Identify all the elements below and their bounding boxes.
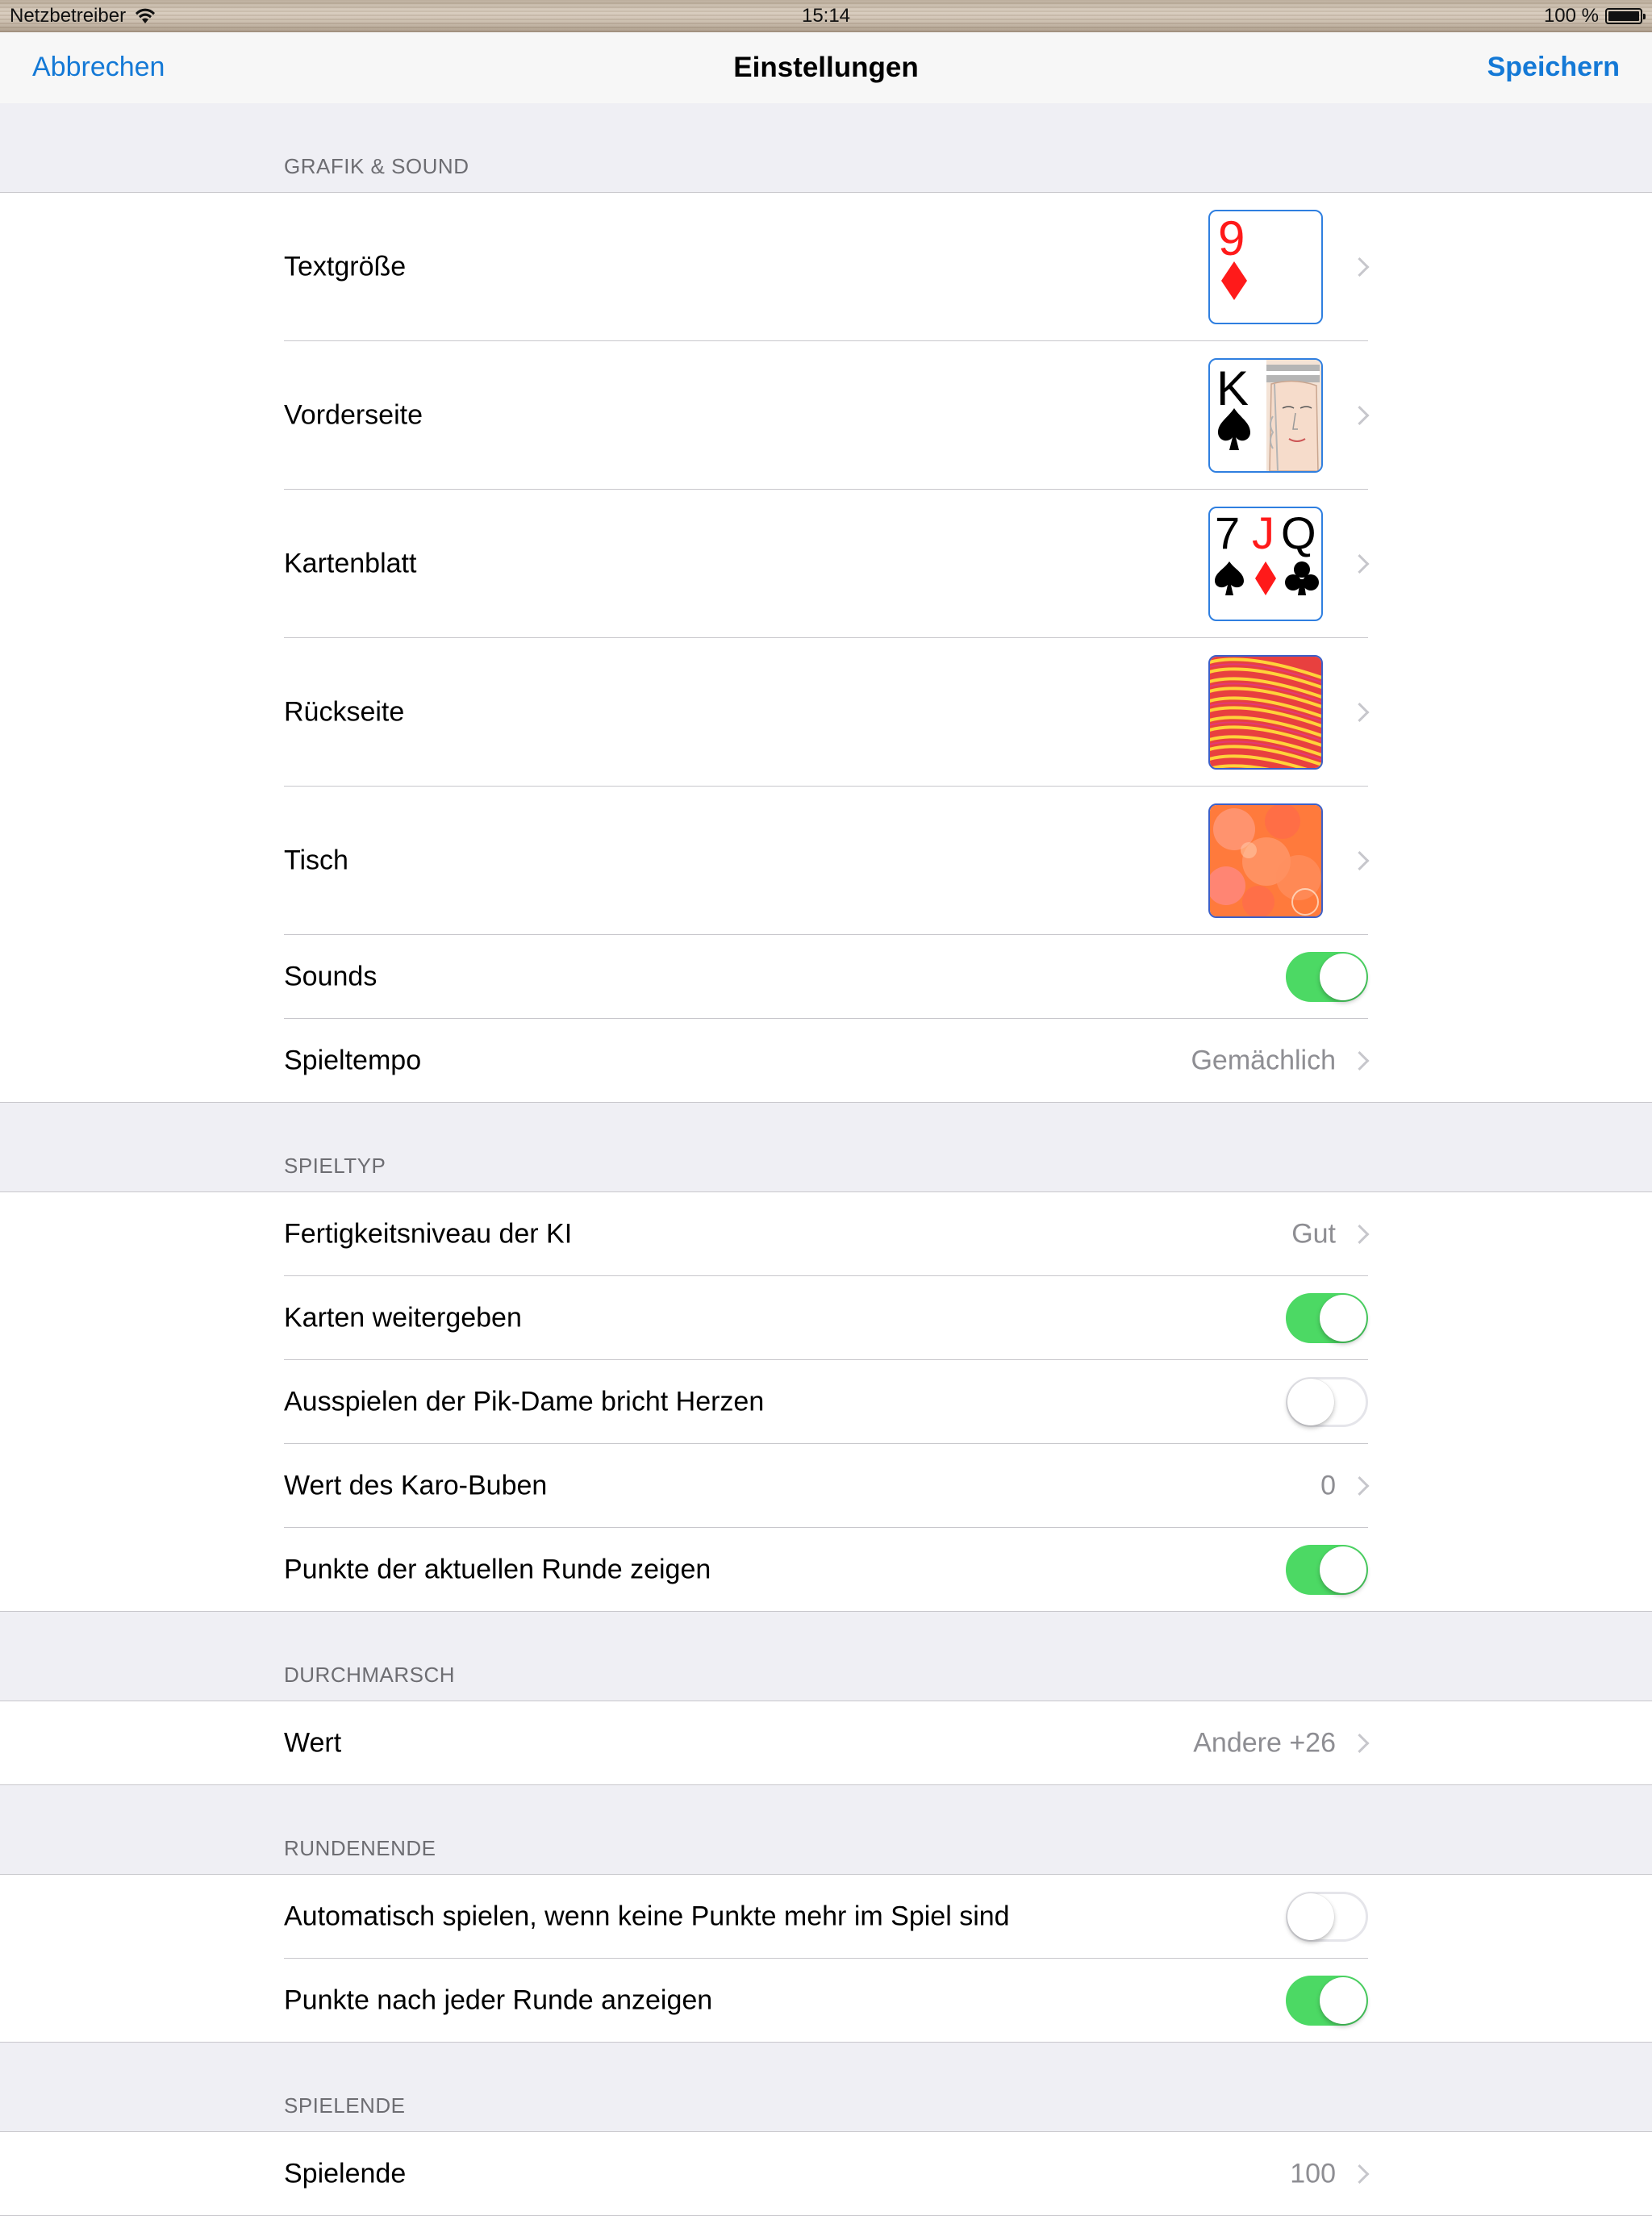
card-rank-q: Q	[1281, 508, 1316, 558]
status-right: 100 %	[1543, 5, 1646, 27]
section-grafik: Textgröße 9 Vorderseite K Kartenblatt 7 …	[0, 192, 1652, 1103]
section-header-spieltyp: SPIELTYP	[284, 1154, 386, 1178]
section-header-spielende: SPIELENDE	[284, 2093, 406, 2118]
row-value: Gemächlich	[1191, 1045, 1336, 1075]
page-title: Einstellungen	[733, 52, 919, 83]
card-back-preview	[1208, 654, 1323, 770]
row-label: Punkte nach jeder Runde anzeigen	[284, 1984, 713, 2015]
row-textgroesse[interactable]: Textgröße 9	[284, 193, 1370, 340]
chevron-right-icon	[1350, 1050, 1370, 1070]
battery-percent: 100 %	[1543, 5, 1599, 27]
chevron-right-icon	[1350, 2164, 1370, 2184]
row-label: Spielende	[284, 2158, 407, 2189]
row-value: Gut	[1291, 1218, 1336, 1249]
row-label: Wert	[284, 1727, 342, 1758]
row-value: 0	[1320, 1470, 1336, 1500]
row-rueckseite[interactable]: Rückseite	[284, 637, 1370, 786]
row-tisch[interactable]: Tisch	[284, 786, 1370, 934]
chevron-right-icon	[1350, 1475, 1370, 1496]
karten-weitergeben-toggle[interactable]	[1286, 1292, 1368, 1343]
row-label: Punkte der aktuellen Runde zeigen	[284, 1554, 711, 1584]
section-durchmarsch: Wert Andere +26	[0, 1701, 1652, 1785]
diamond-icon	[1255, 561, 1276, 595]
row-label: Textgröße	[284, 251, 407, 282]
row-vorderseite[interactable]: Vorderseite K	[284, 340, 1370, 489]
spade-icon	[1215, 561, 1244, 595]
section-header-rundenende: RUNDENENDE	[284, 1836, 436, 1860]
row-value: Andere +26	[1193, 1727, 1336, 1758]
card-rank: K	[1216, 361, 1249, 415]
row-label: Sounds	[284, 961, 378, 991]
row-ki[interactable]: Fertigkeitsniveau der KI Gut	[284, 1192, 1370, 1275]
table-preview	[1208, 803, 1323, 918]
status-bar: Netzbetreiber 15:14 100 %	[0, 0, 1652, 32]
chevron-right-icon	[1350, 850, 1370, 870]
punkte-runde-toggle[interactable]	[1286, 1544, 1368, 1595]
row-automatisch-spielen: Automatisch spielen, wenn keine Punkte m…	[284, 1875, 1368, 1958]
settings-list: GRAFIK & SOUND Textgröße 9 Vorderseite K…	[0, 103, 1652, 2216]
chevron-right-icon	[1350, 257, 1370, 277]
battery-icon	[1605, 8, 1646, 24]
row-label: Vorderseite	[284, 399, 423, 430]
row-spielende[interactable]: Spielende 100	[284, 2132, 1370, 2215]
row-kartenblatt[interactable]: Kartenblatt 7 J Q	[284, 489, 1370, 637]
row-label: Karten weitergeben	[284, 1302, 522, 1333]
club-icon	[1285, 561, 1319, 595]
chevron-right-icon	[1350, 702, 1370, 722]
row-spieltempo[interactable]: Spieltempo Gemächlich	[284, 1018, 1370, 1102]
navigation-bar: Abbrechen Einstellungen Speichern	[0, 32, 1652, 103]
row-label: Wert des Karo-Buben	[284, 1470, 548, 1500]
card-preview-kartenblatt: 7 J Q	[1208, 506, 1323, 621]
diamond-icon	[1221, 261, 1247, 300]
row-label: Tisch	[284, 845, 348, 875]
section-header-durchmarsch: DURCHMARSCH	[284, 1663, 456, 1687]
sounds-toggle[interactable]	[1286, 951, 1368, 1002]
chevron-right-icon	[1350, 405, 1370, 425]
card-rank: 9	[1218, 211, 1245, 265]
pik-dame-toggle[interactable]	[1286, 1376, 1368, 1427]
status-time: 15:14	[801, 5, 851, 27]
chevron-right-icon	[1350, 1733, 1370, 1753]
card-preview-textgroesse: 9	[1208, 209, 1323, 324]
save-button[interactable]: Speichern	[1487, 52, 1620, 83]
row-pik-dame: Ausspielen der Pik-Dame bricht Herzen	[284, 1359, 1368, 1443]
row-label: Fertigkeitsniveau der KI	[284, 1218, 573, 1249]
row-durchmarsch-wert[interactable]: Wert Andere +26	[284, 1701, 1370, 1784]
row-label: Ausspielen der Pik-Dame bricht Herzen	[284, 1386, 765, 1417]
row-label: Kartenblatt	[284, 548, 417, 578]
section-header-grafik: GRAFIK & SOUND	[284, 154, 469, 178]
row-label: Rückseite	[284, 696, 405, 727]
card-rank-7: 7	[1215, 508, 1240, 558]
row-label: Automatisch spielen, wenn keine Punkte m…	[284, 1901, 1010, 1931]
section-rundenende: Automatisch spielen, wenn keine Punkte m…	[0, 1874, 1652, 2043]
automatisch-spielen-toggle[interactable]	[1286, 1891, 1368, 1942]
row-punkte-runde: Punkte der aktuellen Runde zeigen	[284, 1527, 1368, 1611]
row-karten-weitergeben: Karten weitergeben	[284, 1275, 1368, 1359]
chevron-right-icon	[1350, 1224, 1370, 1244]
section-spielende: Spielende 100	[0, 2131, 1652, 2216]
row-punkte-anzeigen: Punkte nach jeder Runde anzeigen	[284, 1958, 1368, 2042]
row-value: 100	[1290, 2158, 1336, 2189]
row-sounds: Sounds	[284, 934, 1368, 1018]
row-label: Spieltempo	[284, 1045, 422, 1075]
chevron-right-icon	[1350, 553, 1370, 574]
row-karo-bube[interactable]: Wert des Karo-Buben 0	[284, 1443, 1370, 1527]
card-rank-j: J	[1252, 508, 1274, 558]
card-preview-vorderseite: K	[1208, 357, 1323, 473]
punkte-anzeigen-toggle[interactable]	[1286, 1975, 1368, 2026]
section-spieltyp: Fertigkeitsniveau der KI Gut Karten weit…	[0, 1191, 1652, 1612]
